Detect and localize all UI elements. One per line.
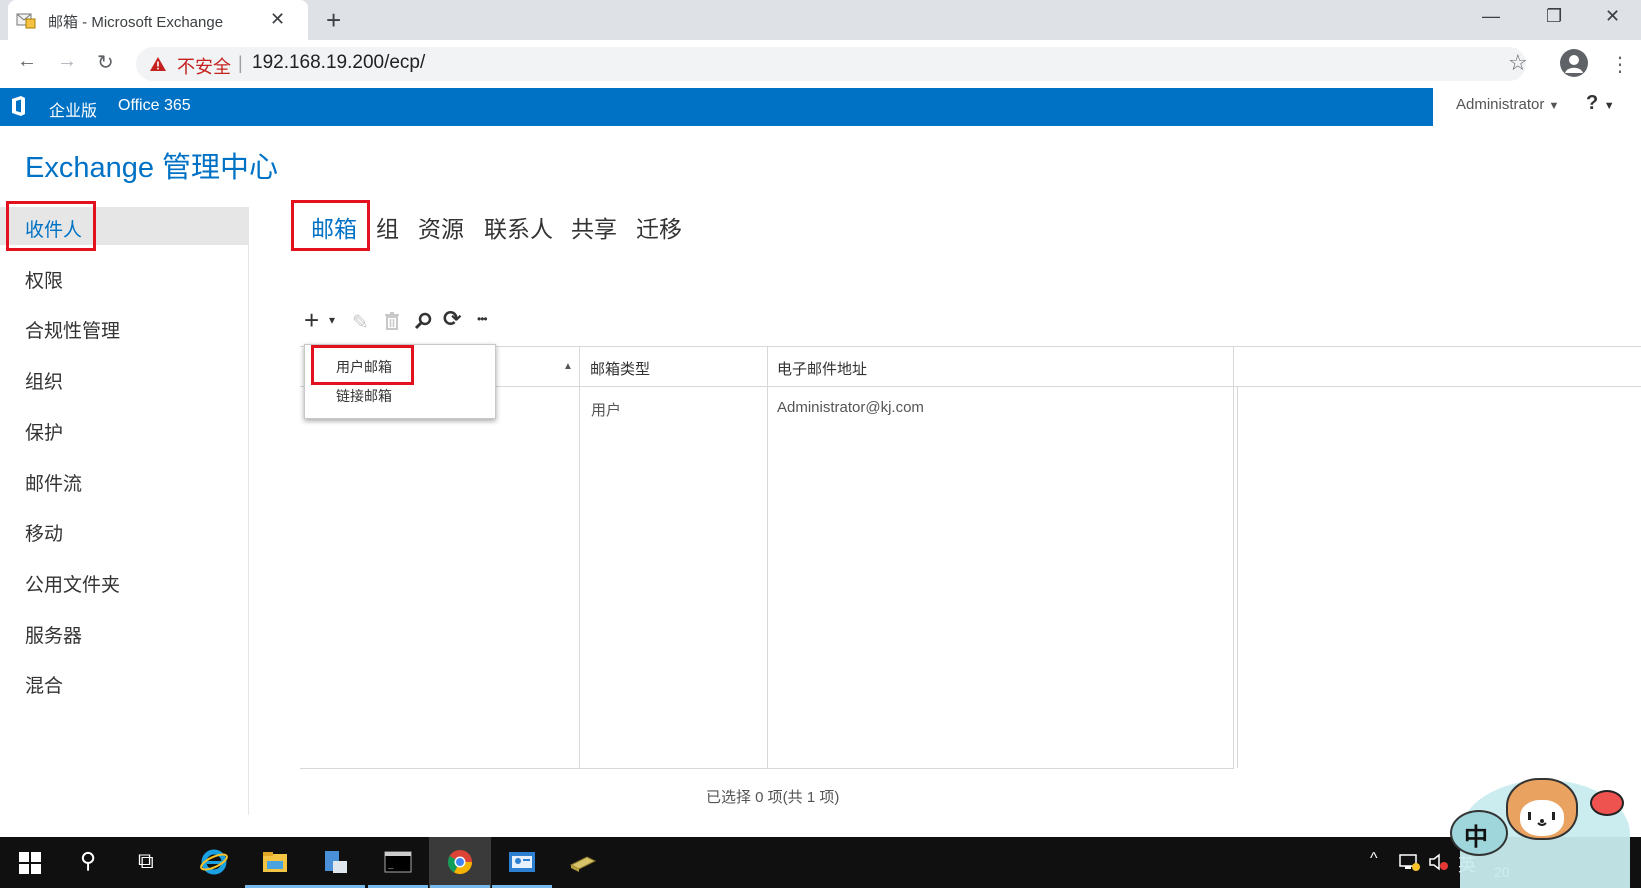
gear-icon xyxy=(1590,790,1624,816)
nav-item-protection[interactable]: 保护 xyxy=(25,418,63,445)
restore-button[interactable]: ❐ xyxy=(1546,6,1562,27)
url-text[interactable]: 192.168.19.200/ecp/ xyxy=(252,52,425,74)
edit-icon[interactable]: ✎ xyxy=(352,310,369,335)
forward-button[interactable]: → xyxy=(57,50,77,73)
nav-item-mobile[interactable]: 移动 xyxy=(25,519,63,546)
delete-icon[interactable] xyxy=(384,312,400,330)
column-header-email[interactable]: 电子邮件地址 xyxy=(777,358,867,379)
close-window-button[interactable]: ✕ xyxy=(1605,6,1620,27)
back-button[interactable]: ← xyxy=(17,50,37,73)
tab-groups[interactable]: 组 xyxy=(376,210,399,244)
server-manager-icon[interactable] xyxy=(321,849,349,875)
exchange-favicon-icon xyxy=(16,13,36,29)
more-options-icon[interactable]: ••• xyxy=(477,312,488,326)
windows-taskbar xyxy=(0,837,1641,888)
mascot-badge-text: 中 xyxy=(1464,824,1488,851)
nav-item-organization[interactable]: 组织 xyxy=(25,367,63,394)
page-title: Exchange 管理中心 xyxy=(25,152,279,184)
add-dropdown-icon[interactable]: ▾ xyxy=(329,313,335,327)
nav-item-public-folders[interactable]: 公用文件夹 xyxy=(25,570,120,597)
nav-item-compliance[interactable]: 合规性管理 xyxy=(25,316,120,343)
network-icon[interactable] xyxy=(1398,852,1420,872)
column-divider xyxy=(1233,347,1234,768)
cell-email-address[interactable]: Administrator@kj.com xyxy=(777,399,924,416)
enterprise-link[interactable]: 企业版 xyxy=(49,97,97,121)
help-icon: ? xyxy=(1586,92,1599,114)
warning-icon xyxy=(150,57,166,71)
browser-menu-icon[interactable]: ⋮ xyxy=(1610,52,1630,77)
sort-ascending-icon[interactable]: ▲ xyxy=(563,361,573,372)
user-name: Administrator xyxy=(1456,96,1545,113)
windows-start-icon[interactable] xyxy=(19,852,41,874)
grid-header-border xyxy=(300,386,1641,387)
tab-migration[interactable]: 迁移 xyxy=(636,210,682,244)
add-button[interactable]: + xyxy=(304,307,319,333)
tab-shared[interactable]: 共享 xyxy=(571,210,617,244)
column-header-mailbox-type[interactable]: 邮箱类型 xyxy=(590,358,650,379)
left-nav-divider xyxy=(248,207,249,815)
nav-item-hybrid[interactable]: 混合 xyxy=(25,671,63,698)
file-explorer-icon[interactable] xyxy=(261,849,289,875)
search-icon[interactable] xyxy=(414,312,432,330)
bookmark-star-icon[interactable]: ☆ xyxy=(1508,50,1528,76)
profile-avatar-icon[interactable] xyxy=(1560,49,1588,77)
chrome-icon[interactable] xyxy=(446,849,474,875)
contact-card-icon[interactable] xyxy=(508,849,536,875)
reload-button[interactable]: ↻ xyxy=(97,50,114,75)
internet-explorer-icon[interactable] xyxy=(200,849,228,875)
menu-item-linked-mailbox[interactable]: 链接邮箱 xyxy=(336,386,392,406)
refresh-icon[interactable]: ⟳ xyxy=(443,306,461,332)
help-menu[interactable]: ? ▼ xyxy=(1586,92,1615,115)
command-prompt-icon[interactable]: _ xyxy=(384,849,412,875)
cell-mailbox-type[interactable]: 用户 xyxy=(591,399,621,420)
menu-item-user-mailbox[interactable]: 用户邮箱 xyxy=(336,357,392,377)
user-menu[interactable]: Administrator ▼ xyxy=(1456,96,1559,113)
grid-top-border xyxy=(300,346,1641,347)
notebook-app-icon[interactable] xyxy=(569,849,597,875)
grid-bottom-border xyxy=(300,768,1234,769)
office-logo-icon[interactable] xyxy=(9,95,27,117)
chevron-down-icon: ▼ xyxy=(1548,100,1560,112)
tab-mailboxes[interactable]: 邮箱 xyxy=(311,210,357,244)
security-status[interactable]: 不安全 xyxy=(177,53,231,79)
nav-item-permissions[interactable]: 权限 xyxy=(25,266,63,293)
office-bar-brand xyxy=(0,88,1433,126)
tab-close-icon[interactable]: ✕ xyxy=(270,9,285,30)
task-view-icon[interactable]: ⧉ xyxy=(138,848,154,874)
column-divider xyxy=(767,347,768,768)
tab-contacts[interactable]: 联系人 xyxy=(484,210,553,244)
nav-item-recipients[interactable]: 收件人 xyxy=(25,215,82,242)
volume-muted-icon[interactable] xyxy=(1428,852,1450,872)
selection-status: 已选择 0 项(共 1 项) xyxy=(706,789,840,806)
person-icon xyxy=(1565,55,1583,73)
nav-item-mail-flow[interactable]: 邮件流 xyxy=(25,469,82,496)
url-separator: | xyxy=(238,53,243,73)
svg-text:_: _ xyxy=(388,860,394,870)
office365-link[interactable]: Office 365 xyxy=(118,97,191,115)
tab-title: 邮箱 - Microsoft Exchange xyxy=(48,14,224,31)
new-tab-button[interactable]: + xyxy=(326,5,341,36)
taskbar-search-icon[interactable]: ⚲ xyxy=(80,848,96,874)
tab-resources[interactable]: 资源 xyxy=(418,210,464,244)
details-pane-border xyxy=(1237,387,1238,768)
chevron-down-icon: ▼ xyxy=(1603,100,1615,112)
tray-expand-icon[interactable]: ^ xyxy=(1370,850,1378,868)
mascot-features xyxy=(1528,812,1555,826)
minimize-button[interactable]: — xyxy=(1482,6,1500,27)
column-divider xyxy=(579,347,580,768)
nav-item-servers[interactable]: 服务器 xyxy=(25,621,82,648)
